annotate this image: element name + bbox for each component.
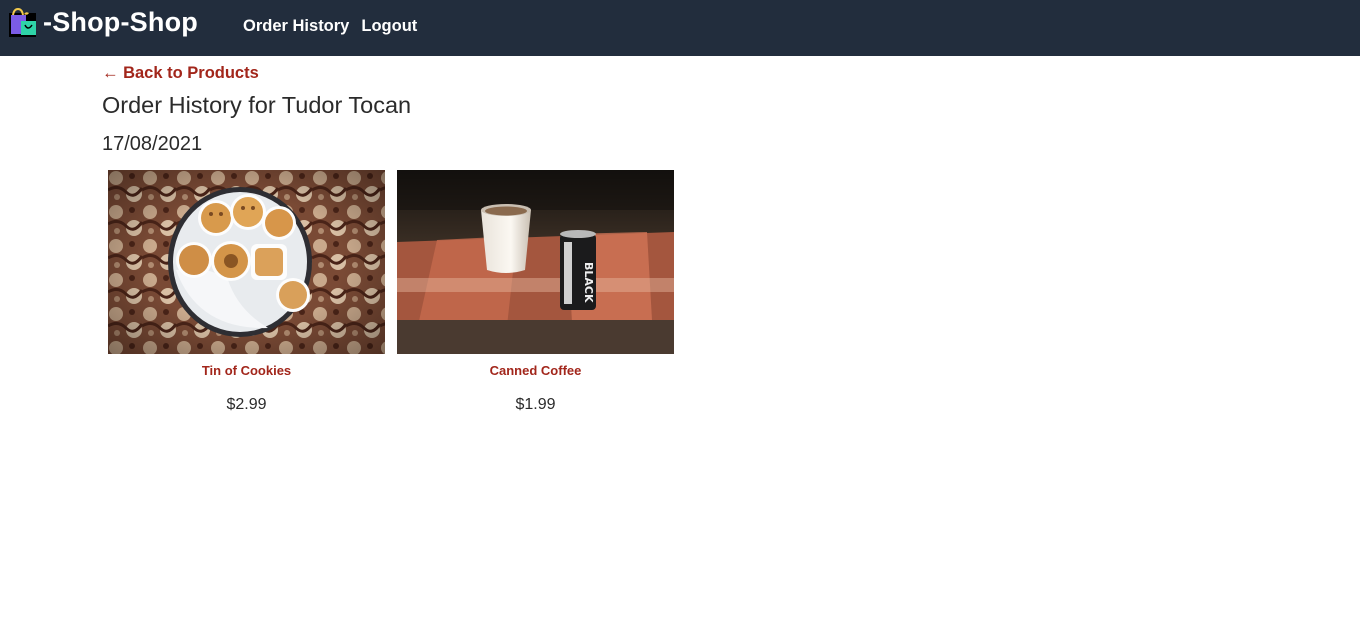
brand-link[interactable]: -Shop-Shop bbox=[8, 6, 198, 38]
tin-of-cookies-photo[interactable] bbox=[108, 170, 385, 354]
order-products: Tin of Cookies $2.99 BLACK Canned Coffee… bbox=[108, 170, 674, 414]
nav-order-history-link[interactable]: Order History bbox=[243, 17, 349, 36]
shopping-bags-icon bbox=[8, 6, 40, 38]
product-card: BLACK Canned Coffee $1.99 bbox=[397, 170, 674, 414]
nav-links: Order History Logout bbox=[243, 17, 417, 36]
brand-text: -Shop-Shop bbox=[43, 6, 198, 37]
product-name-link[interactable]: Tin of Cookies bbox=[108, 363, 385, 378]
product-price: $2.99 bbox=[226, 396, 267, 413]
order-date: 17/08/2021 bbox=[102, 133, 203, 155]
product-name-link[interactable]: Canned Coffee bbox=[397, 363, 674, 378]
product-card: Tin of Cookies $2.99 bbox=[108, 170, 385, 414]
canned-coffee-photo[interactable]: BLACK bbox=[397, 170, 674, 354]
svg-text:BLACK: BLACK bbox=[582, 262, 595, 303]
back-to-products-link[interactable]: ← Back to Products bbox=[102, 64, 259, 83]
nav-logout-link[interactable]: Logout bbox=[361, 17, 417, 36]
product-price: $1.99 bbox=[515, 396, 556, 413]
navbar: -Shop-Shop Order History Logout bbox=[0, 0, 1360, 56]
page-title: Order History for Tudor Tocan bbox=[102, 92, 412, 118]
